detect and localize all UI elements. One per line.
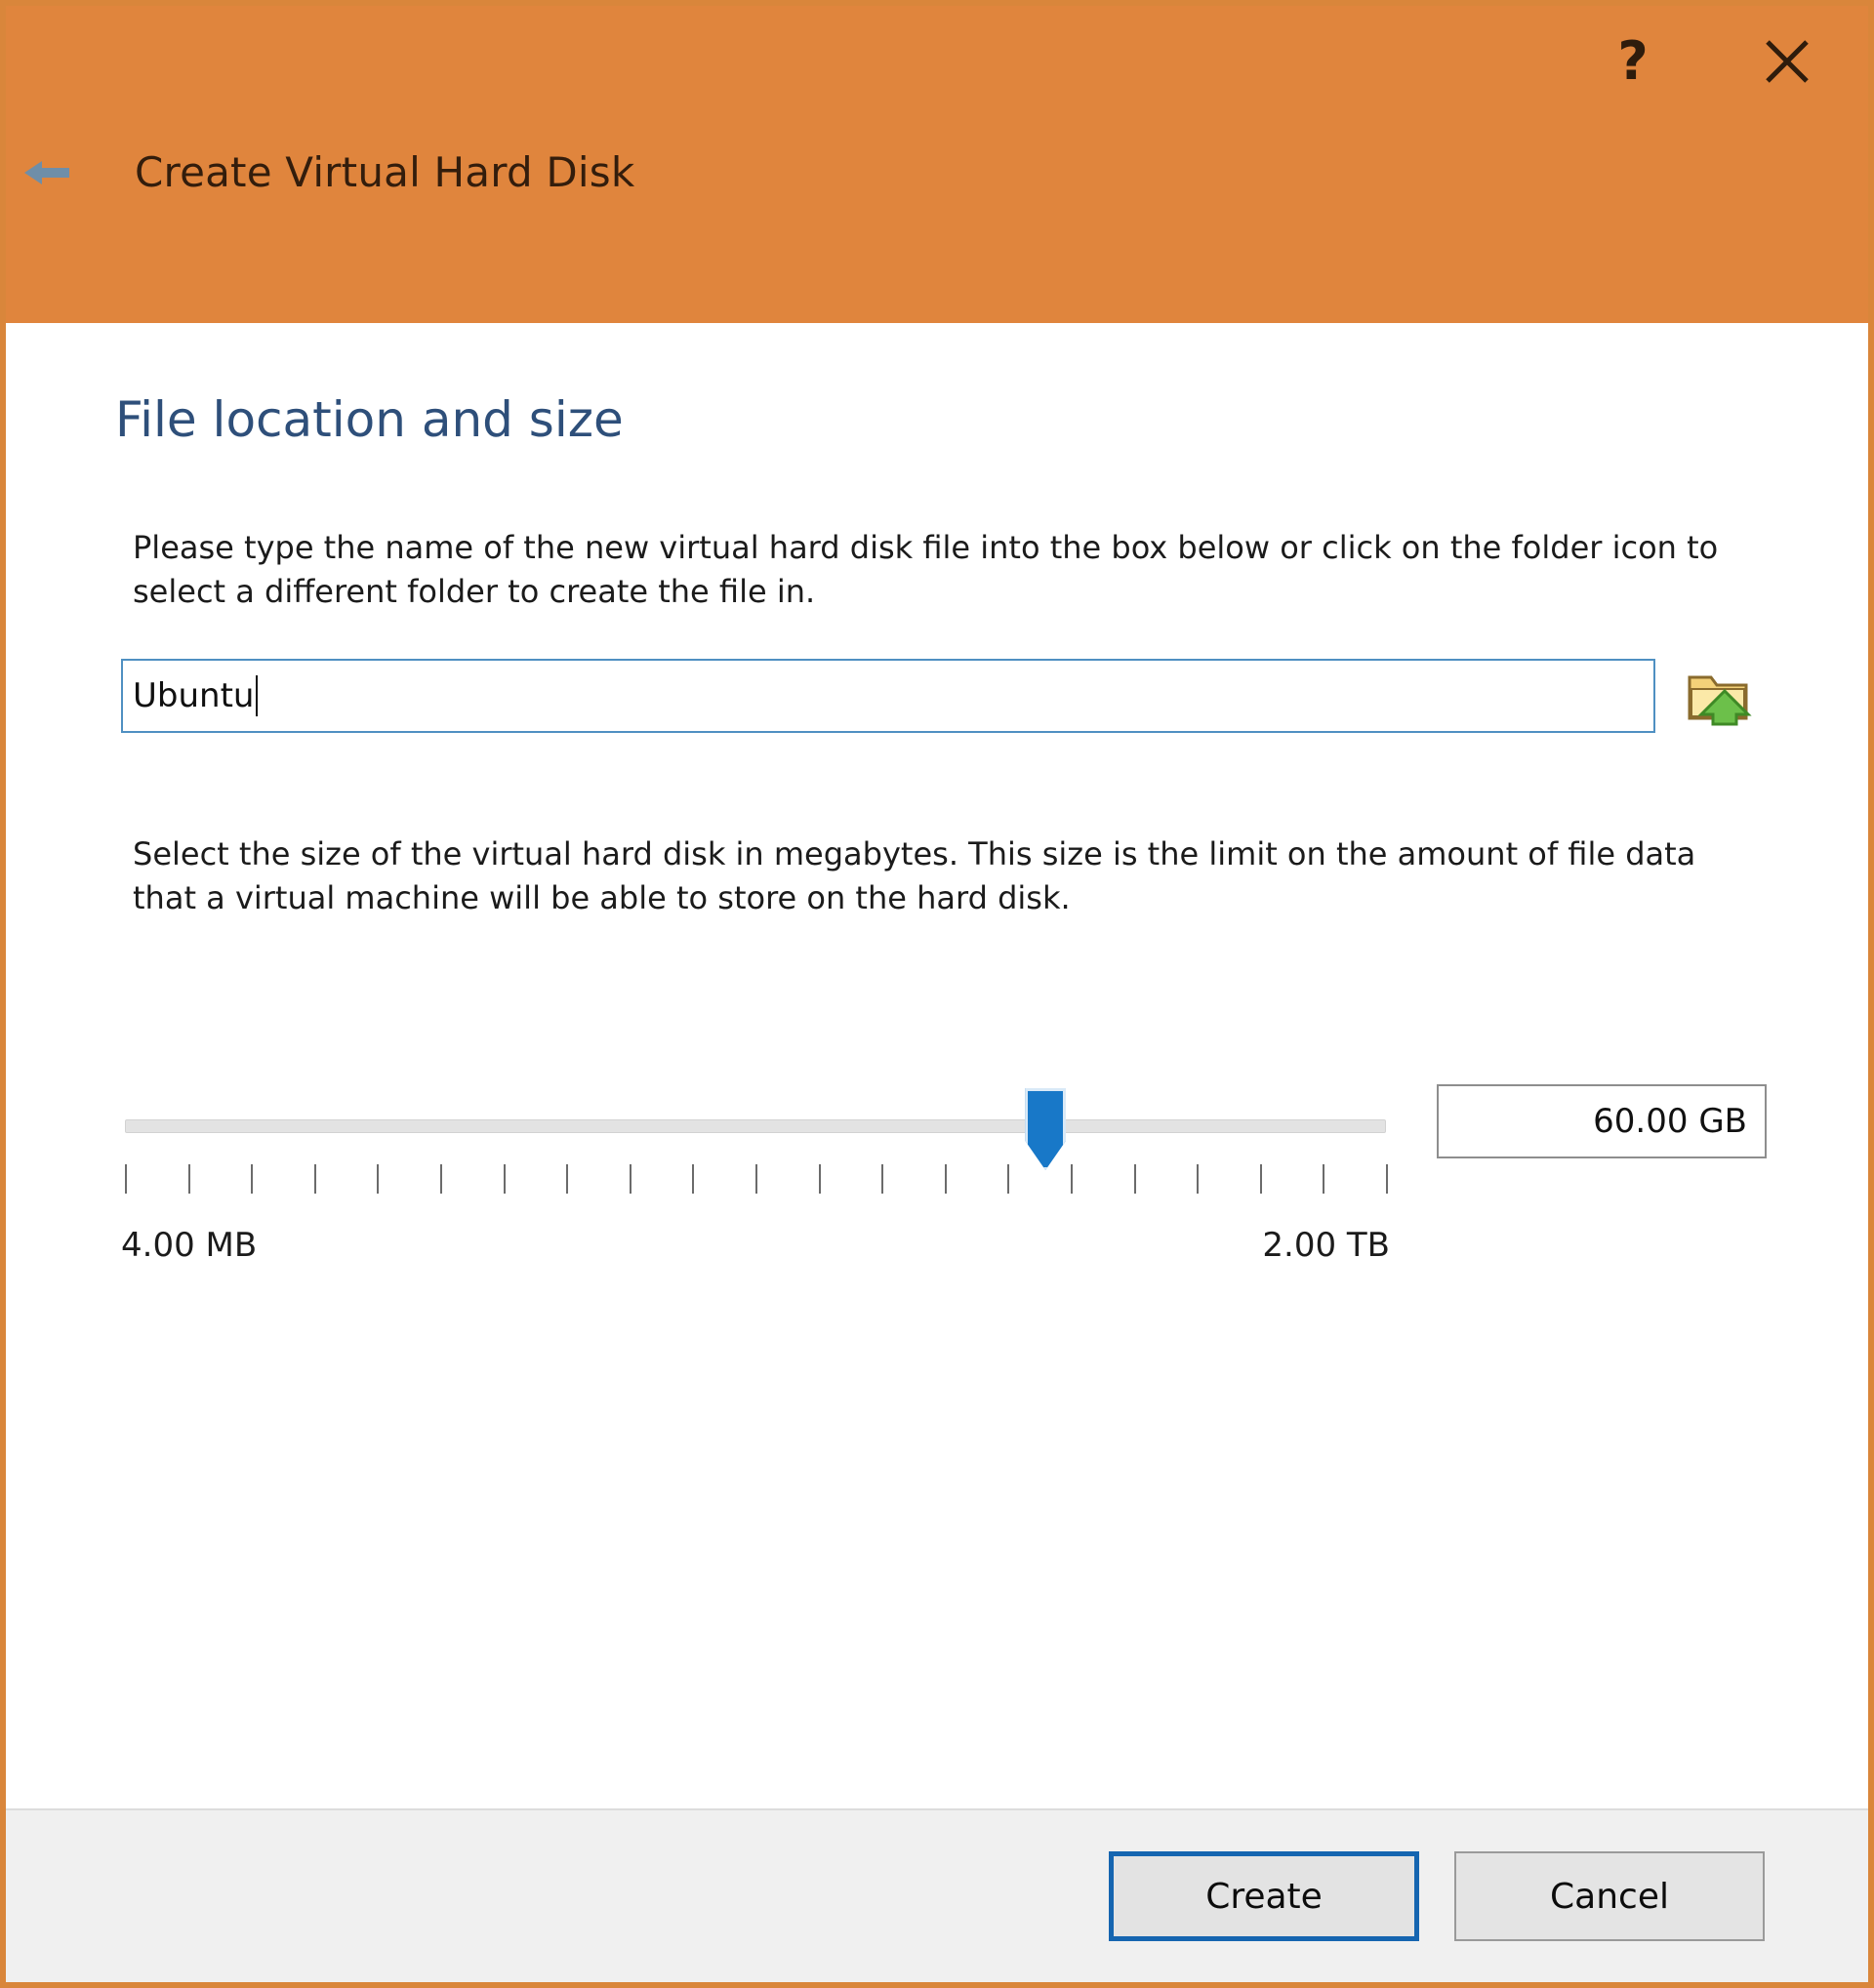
slider-max-label: 2.00 TB (1262, 1226, 1390, 1265)
close-icon[interactable] (1757, 31, 1817, 92)
slider-tick (1007, 1164, 1010, 1194)
page-title: File location and size (115, 391, 624, 448)
slider-tick (944, 1164, 947, 1194)
cancel-button[interactable]: Cancel (1454, 1851, 1765, 1941)
slider-tick (755, 1164, 757, 1194)
text-caret (256, 675, 259, 716)
filename-value: Ubuntu (133, 676, 255, 715)
slider-tick (187, 1164, 190, 1194)
filename-row: Ubuntu (121, 659, 1761, 733)
slider-tick (503, 1164, 506, 1194)
disk-size-value: 60.00 GB (1593, 1102, 1747, 1141)
slider-track[interactable] (125, 1119, 1386, 1133)
slider-tick (1197, 1164, 1200, 1194)
slider-tick (566, 1164, 569, 1194)
disk-size-controls: 60.00 GB 4.00 MB 2.00 TB (121, 1075, 1771, 1299)
dialog-body: File location and size Please type the n… (6, 323, 1868, 1808)
slider-tick (1259, 1164, 1262, 1194)
dialog-title: Create Virtual Hard Disk (135, 148, 635, 196)
slider-tick (125, 1164, 127, 1194)
folder-open-icon[interactable] (1681, 659, 1761, 733)
slider-tick (313, 1164, 316, 1194)
window-controls: ? (1603, 31, 1817, 92)
slider-tick (440, 1164, 442, 1194)
slider-tick (1323, 1164, 1325, 1194)
filename-input[interactable]: Ubuntu (121, 659, 1655, 733)
slider-tick (1386, 1164, 1388, 1194)
slider-tick (692, 1164, 695, 1194)
help-icon[interactable]: ? (1603, 31, 1663, 92)
slider-tick (1071, 1164, 1073, 1194)
slider-ticks (125, 1164, 1388, 1196)
dialog-header-row: Create Virtual Hard Disk (6, 148, 634, 196)
size-description: Select the size of the virtual hard disk… (133, 835, 1696, 917)
dialog-titlebar: ? Create Virtual Hard Disk (6, 6, 1868, 323)
slider-tick (377, 1164, 380, 1194)
slider-tick (818, 1164, 821, 1194)
create-button[interactable]: Create (1109, 1851, 1419, 1941)
disk-size-slider[interactable] (121, 1075, 1390, 1201)
slider-tick (251, 1164, 254, 1194)
back-arrow-icon[interactable] (6, 153, 90, 192)
slider-handle[interactable] (1025, 1088, 1067, 1170)
slider-tick (629, 1164, 631, 1194)
slider-tick (881, 1164, 884, 1194)
disk-size-value-input[interactable]: 60.00 GB (1437, 1084, 1767, 1158)
slider-tick (1133, 1164, 1136, 1194)
create-virtual-hard-disk-dialog: ? Create Virtual Hard Disk File location… (0, 0, 1874, 1988)
dialog-footer: Create Cancel (6, 1808, 1868, 1982)
intro-description: Please type the name of the new virtual … (133, 529, 1719, 611)
